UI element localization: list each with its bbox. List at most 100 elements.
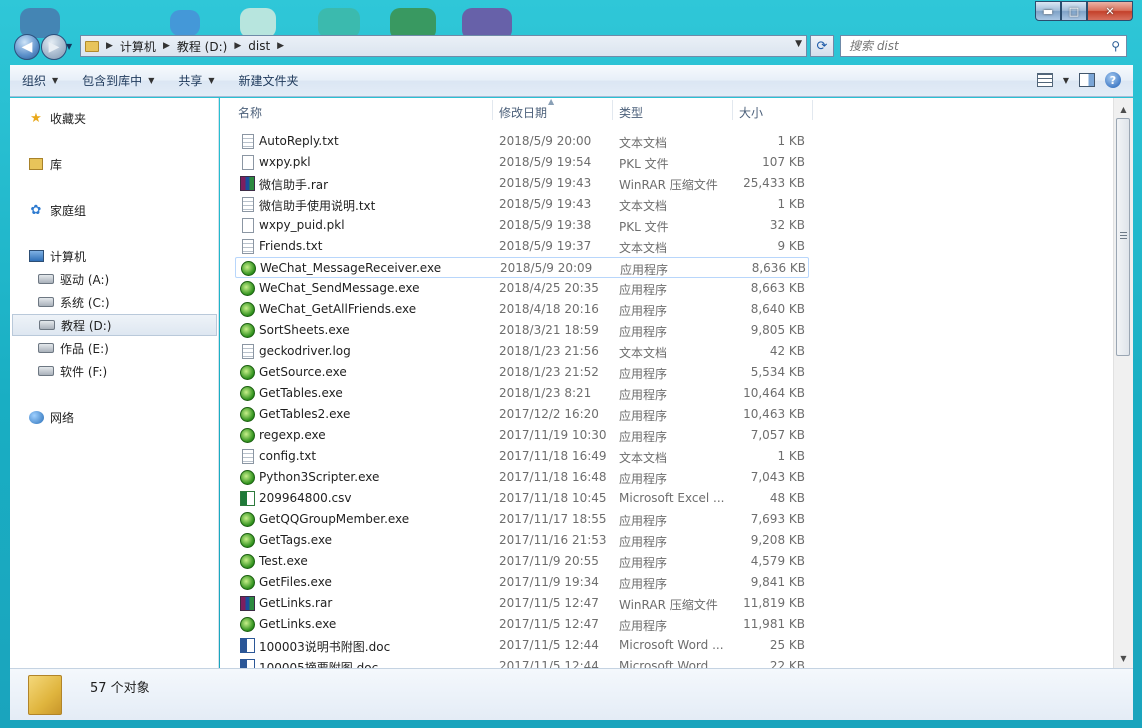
chevron-down-icon[interactable]: ▼ [1063,76,1069,85]
close-icon: ✕ [1105,4,1115,18]
file-row[interactable]: Python3Scripter.exe 2017/11/18 16:48 应用程序 7… [220,467,1113,488]
column-divider[interactable] [812,100,813,120]
file-row[interactable]: GetFiles.exe 2017/11/9 19:34 应用程序 9,841 KB [220,572,1113,593]
file-row[interactable]: 100005摘要附图.doc 2017/11/5 12:44 Microsoft W… [220,656,1113,668]
sidebar-item-drive-a[interactable]: 驱动 (A:) [38,268,217,290]
file-name: AutoReply.txt [259,134,339,148]
column-header-date[interactable]: 修改日期 [499,104,547,121]
column-header-type[interactable]: 类型 [619,104,643,121]
file-row[interactable]: GetTables2.exe 2017/12/2 16:20 应用程序 10,463 … [220,404,1113,425]
sidebar-item-drive-c[interactable]: 系统 (C:) [38,291,217,313]
file-row[interactable]: wxpy_puid.pkl 2018/5/9 19:38 PKL 文件 32 KB [220,215,1113,236]
file-row[interactable]: WeChat_MessageReceiver.exe 2018/5/9 20:09… [235,257,809,278]
file-row[interactable]: wxpy.pkl 2018/5/9 19:54 PKL 文件 107 KB [220,152,1113,173]
file-row[interactable]: GetLinks.rar 2017/11/5 12:47 WinRAR 压缩文件 11… [220,593,1113,614]
scroll-up-icon[interactable]: ▲ [1116,102,1131,117]
application-icon [240,323,255,338]
file-row[interactable]: GetLinks.exe 2017/11/5 12:47 应用程序 11,981 KB [220,614,1113,635]
file-date: 2017/11/18 16:48 [499,470,607,484]
view-options-icon[interactable] [1036,73,1053,87]
chevron-down-icon: ▼ [208,76,215,85]
search-input[interactable] [849,39,1099,53]
sidebar-item-network[interactable]: 网络 [28,406,235,428]
file-row[interactable]: Test.exe 2017/11/9 20:55 应用程序 4,579 KB [220,551,1113,572]
file-name: 100003说明书附图.doc [259,640,391,654]
file-row[interactable]: AutoReply.txt 2018/5/9 20:00 文本文档 1 KB [220,131,1113,152]
breadcrumb-computer[interactable]: 计算机 [120,38,156,55]
refresh-button[interactable]: ⟳ [810,35,834,57]
column-header-size[interactable]: 大小 [739,104,763,121]
file-size: 8,640 KB [750,302,805,316]
file-row[interactable]: GetQQGroupMember.exe 2017/11/17 18:55 应用程序… [220,509,1113,530]
minimize-button[interactable]: ▬ [1035,1,1061,21]
column-divider[interactable] [492,100,493,120]
file-row[interactable]: geckodriver.log 2018/1/23 21:56 文本文档 42 KB [220,341,1113,362]
column-header-name[interactable]: 名称 [238,104,262,121]
sidebar-item-favorites[interactable]: ★ 收藏夹 [28,107,235,129]
column-divider[interactable] [732,100,733,120]
sidebar-item-libraries[interactable]: 库 [28,153,235,175]
sidebar-item-drive-d[interactable]: 教程 (D:) [12,314,217,336]
file-row[interactable]: config.txt 2017/11/18 16:49 文本文档 1 KB [220,446,1113,467]
file-size: 1 KB [777,449,805,463]
vertical-scrollbar[interactable]: ▲ ▼ [1113,98,1133,668]
file-row[interactable]: WeChat_SendMessage.exe 2018/4/25 20:35 应用程… [220,278,1113,299]
sidebar-item-label: 网络 [50,410,75,425]
new-folder-button[interactable]: 新建文件夹 [227,65,311,96]
address-dropdown-icon[interactable]: ▼ [795,39,802,49]
file-row[interactable]: 微信助手.rar 2018/5/9 19:43 WinRAR 压缩文件 25,433 … [220,173,1113,194]
scrollbar-thumb[interactable] [1116,118,1130,356]
navigation-pane: ★ 收藏夹 库 ✿ 家庭组 计算机 驱动 (A:) 系统 (C:) 教程 (D:… [10,98,219,668]
sidebar-item-drive-f[interactable]: 软件 (F:) [38,360,217,382]
background-blur [170,10,200,36]
file-row[interactable]: SortSheets.exe 2018/3/21 18:59 应用程序 9,805 K… [220,320,1113,341]
sidebar-item-label: 作品 (E:) [60,341,109,356]
file-icon [242,155,254,170]
file-row[interactable]: GetTags.exe 2017/11/16 21:53 应用程序 9,208 KB [220,530,1113,551]
column-divider[interactable] [612,100,613,120]
file-row[interactable]: 微信助手使用说明.txt 2018/5/9 19:43 文本文档 1 KB [220,194,1113,215]
file-row[interactable]: 209964800.csv 2017/11/18 10:45 Microsoft E… [220,488,1113,509]
share-menu[interactable]: 共享 ▼ [166,65,226,96]
breadcrumb-drive-d[interactable]: 教程 (D:) [177,38,227,55]
help-icon[interactable]: ? [1105,72,1121,88]
homegroup-icon: ✿ [30,202,42,218]
file-row[interactable]: GetSource.exe 2018/1/23 21:52 应用程序 5,534 KB [220,362,1113,383]
file-size: 11,981 KB [743,617,805,631]
chevron-right-icon[interactable]: ▶ [277,41,284,51]
file-row[interactable]: regexp.exe 2017/11/19 10:30 应用程序 7,057 KB [220,425,1113,446]
organize-menu[interactable]: 组织 ▼ [10,65,70,96]
details-pane: 57 个对象 [10,668,1133,720]
file-row[interactable]: 100003说明书附图.doc 2017/11/5 12:44 Microsoft … [220,635,1113,656]
preview-pane-icon[interactable] [1079,73,1095,87]
sidebar-item-drive-e[interactable]: 作品 (E:) [38,337,217,359]
sidebar-item-computer[interactable]: 计算机 [28,245,235,267]
address-bar[interactable]: ▶ 计算机 ▶ 教程 (D:) ▶ dist ▶ ▼ [80,35,807,57]
close-button[interactable]: ✕ [1087,1,1133,21]
file-row[interactable]: Friends.txt 2018/5/9 19:37 文本文档 9 KB [220,236,1113,257]
scroll-down-icon[interactable]: ▼ [1116,651,1131,666]
search-box[interactable]: ⚲ [840,35,1127,57]
organize-label: 组织 [22,74,47,88]
folder-icon [85,40,99,52]
sidebar-item-label: 库 [50,157,63,172]
chevron-right-icon[interactable]: ▶ [234,41,241,51]
forward-button[interactable]: ▶ [41,34,67,60]
file-type: WinRAR 压缩文件 [619,598,718,612]
file-name: GetTables.exe [259,386,343,400]
sidebar-item-homegroup[interactable]: ✿ 家庭组 [28,199,235,221]
drive-icon [38,364,54,378]
file-size: 7,057 KB [750,428,805,442]
maximize-button[interactable]: □ [1061,1,1087,21]
file-row[interactable]: GetTables.exe 2018/1/23 8:21 应用程序 10,464 KB [220,383,1113,404]
file-size: 1 KB [777,134,805,148]
view-controls: ▼ ? [1036,72,1121,88]
breadcrumb-dist[interactable]: dist [248,39,270,53]
file-row[interactable]: WeChat_GetAllFriends.exe 2018/4/18 20:16 应… [220,299,1113,320]
chevron-right-icon[interactable]: ▶ [106,41,113,51]
search-icon[interactable]: ⚲ [1111,39,1120,53]
include-in-library-menu[interactable]: 包含到库中 ▼ [70,65,166,96]
chevron-right-icon[interactable]: ▶ [163,41,170,51]
back-button[interactable]: ◀ [14,34,40,60]
recent-pages-dropdown[interactable]: ▼ [66,42,72,51]
